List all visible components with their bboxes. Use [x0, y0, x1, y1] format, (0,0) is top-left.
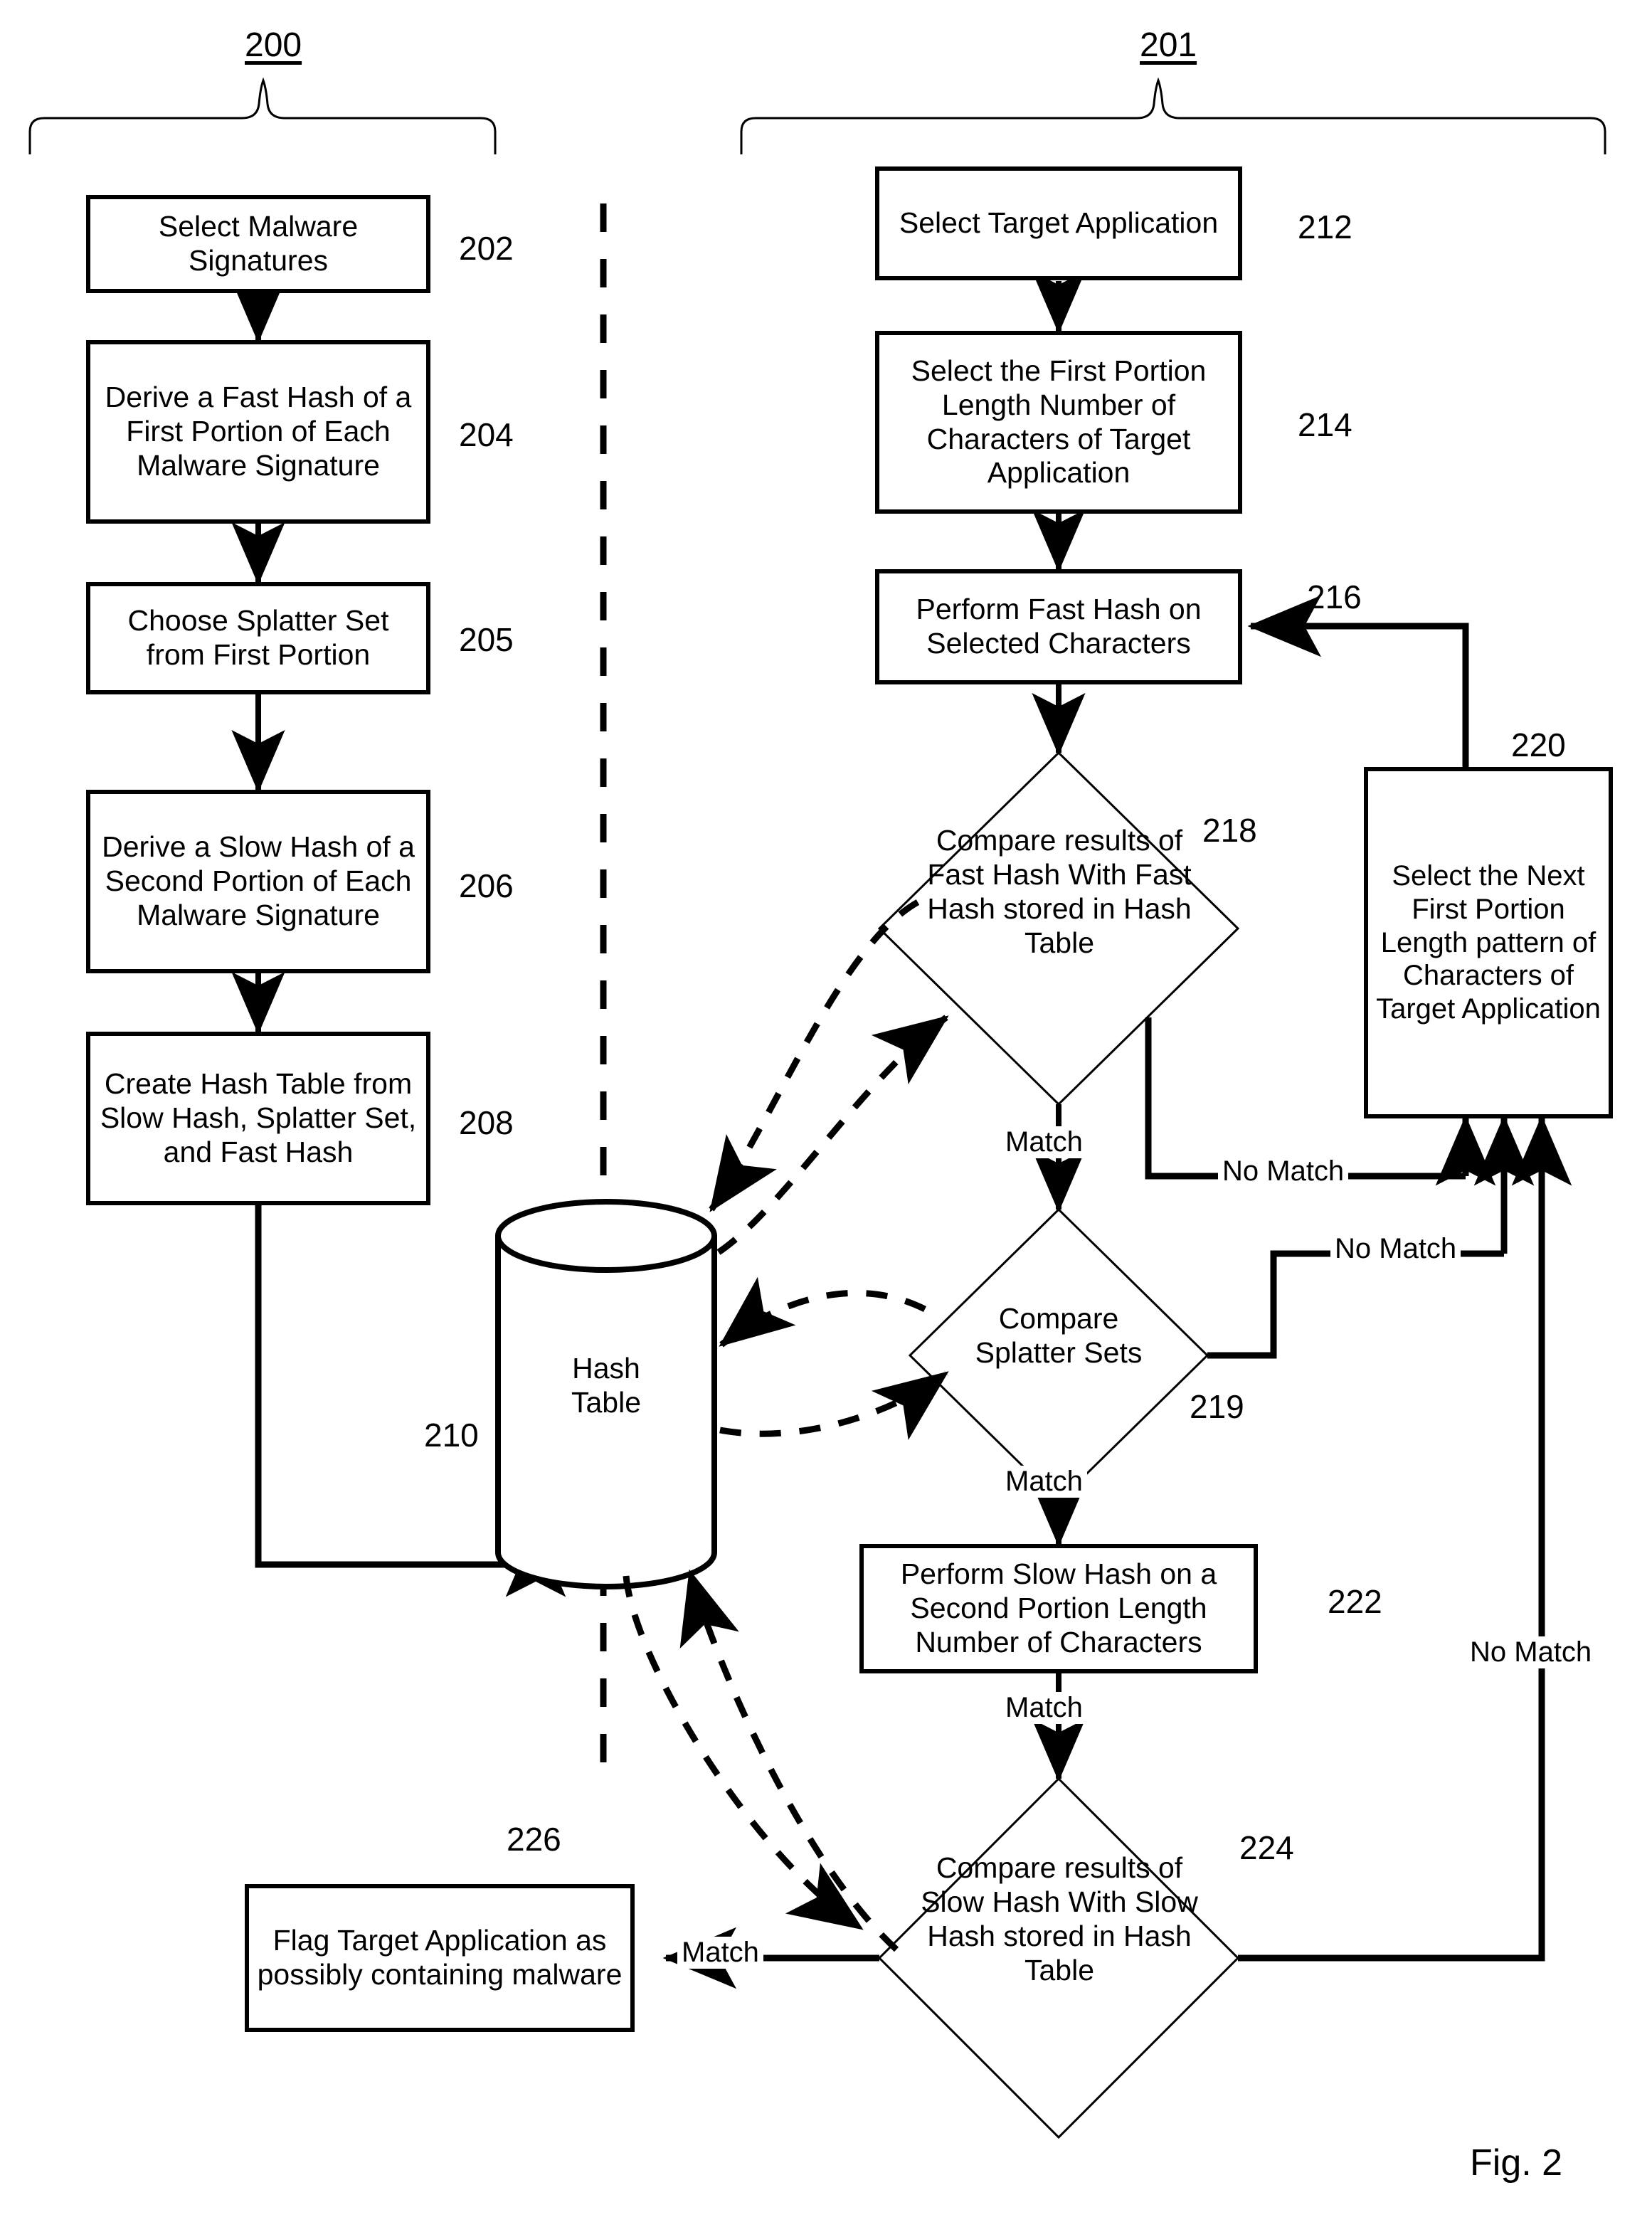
- figure-caption: Fig. 2: [1470, 2142, 1563, 2184]
- step-ref-214: 214: [1298, 406, 1352, 443]
- dashed-218-to-hashtable: [709, 899, 920, 1212]
- step-ref-216: 216: [1307, 578, 1362, 615]
- step-ref-202: 202: [459, 230, 514, 267]
- hash-table-label-line1: Hash: [572, 1352, 640, 1385]
- arrow-220-to-216: [1247, 595, 1469, 767]
- brace-group-201: [740, 77, 1606, 154]
- hash-table-label-line2: Table: [571, 1385, 641, 1419]
- dashed-hashtable-to-219: [719, 1370, 949, 1440]
- brace-group-200: [28, 77, 497, 154]
- decision-224-shape: [877, 1777, 1240, 2139]
- step-ref-208: 208: [459, 1104, 514, 1141]
- decision-219-shape: [908, 1207, 1209, 1503]
- step-box-208[interactable]: Create Hash Table from Slow Hash, Splatt…: [86, 1032, 430, 1205]
- datastore-ref-210: 210: [424, 1417, 479, 1454]
- edge-label-match-219: Match: [1001, 1466, 1087, 1498]
- group-ref-201: 201: [1140, 26, 1197, 64]
- edge-label-match-218: Match: [1001, 1126, 1087, 1158]
- decision-218-shape: [877, 751, 1240, 1106]
- patent-figure-2: 200 201 Select Malware Signatures 202 De…: [0, 0, 1652, 2217]
- step-box-206[interactable]: Derive a Slow Hash of a Second Portion o…: [86, 790, 430, 973]
- decision-ref-219: 219: [1190, 1388, 1244, 1425]
- step-ref-205: 205: [459, 621, 514, 658]
- edge-label-no-match-218: No Match: [1218, 1155, 1349, 1187]
- step-box-202[interactable]: Select Malware Signatures: [86, 195, 430, 293]
- decision-ref-224: 224: [1239, 1829, 1294, 1866]
- step-ref-206: 206: [459, 867, 514, 904]
- hash-table-label: Hash Table: [535, 1352, 677, 1420]
- step-box-220[interactable]: Select the Next First Portion Length pat…: [1364, 767, 1613, 1118]
- dashed-219-to-hashtable: [719, 1276, 927, 1348]
- step-ref-226: 226: [507, 1821, 561, 1858]
- step-box-205[interactable]: Choose Splatter Set from First Portion: [86, 582, 430, 694]
- step-box-222[interactable]: Perform Slow Hash on a Second Portion Le…: [859, 1544, 1258, 1673]
- arrow-208-hashtable: [255, 1205, 566, 1597]
- step-ref-222: 222: [1328, 1583, 1382, 1620]
- step-box-212[interactable]: Select Target Application: [875, 166, 1242, 280]
- step-box-204[interactable]: Derive a Fast Hash of a First Portion of…: [86, 340, 430, 524]
- step-ref-212: 212: [1298, 208, 1352, 245]
- edge-label-match-224: Match: [677, 1937, 763, 1969]
- step-ref-220: 220: [1511, 726, 1566, 763]
- edge-label-no-match-224: No Match: [1466, 1636, 1597, 1668]
- decision-ref-218: 218: [1202, 812, 1257, 849]
- step-ref-204: 204: [459, 416, 514, 453]
- group-ref-200: 200: [245, 26, 302, 64]
- dashed-hashtable-to-224: [623, 1575, 864, 1931]
- step-box-216[interactable]: Perform Fast Hash on Selected Characters: [875, 569, 1242, 684]
- edge-label-match-222: Match: [1001, 1692, 1087, 1724]
- step-box-214[interactable]: Select the First Portion Length Number o…: [875, 331, 1242, 514]
- step-box-226[interactable]: Flag Target Application as possibly cont…: [245, 1884, 635, 2032]
- edge-label-no-match-219: No Match: [1330, 1233, 1461, 1265]
